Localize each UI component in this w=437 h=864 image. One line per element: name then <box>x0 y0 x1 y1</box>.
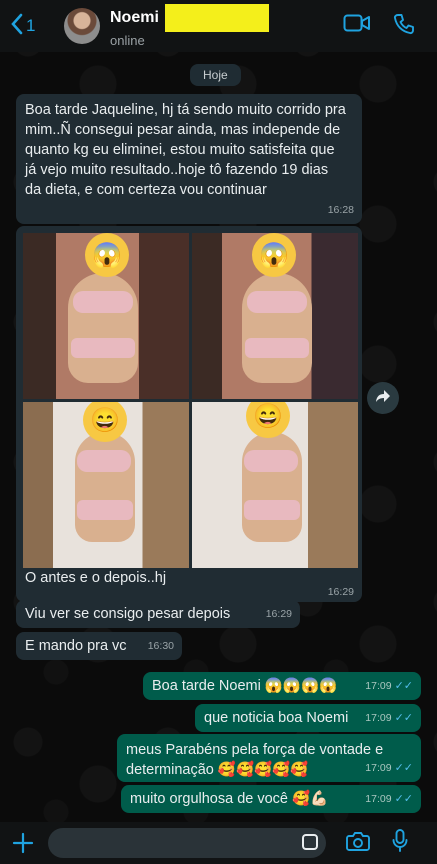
outgoing-message[interactable]: que noticia boa Noemi 17:09 ✓✓ <box>195 704 421 732</box>
phone-icon[interactable] <box>393 13 415 40</box>
contact-info[interactable]: Noemi online <box>110 4 269 48</box>
incoming-message[interactable]: E mando pra vc 16:30 <box>16 632 182 660</box>
outgoing-message[interactable]: meus Parabéns pela força de vontade e de… <box>117 734 421 782</box>
message-time: 17:09 <box>365 680 392 692</box>
avatar[interactable] <box>64 8 100 44</box>
face-cover-emoji: 😱 <box>252 233 296 277</box>
outgoing-message[interactable]: Boa tarde Noemi 😱😱😱😱 17:09 ✓✓ <box>143 672 421 700</box>
video-call-icon[interactable] <box>343 13 371 40</box>
name-redaction <box>164 4 269 32</box>
microphone-icon[interactable] <box>392 828 408 858</box>
message-time: 16:29 <box>265 608 292 620</box>
message-time: 16:29 <box>327 586 354 598</box>
unread-count: 1 <box>26 16 36 35</box>
contact-status: online <box>110 33 145 48</box>
chevron-left-icon <box>10 13 24 40</box>
message-input[interactable] <box>48 828 326 858</box>
outgoing-message[interactable]: muito orgulhosa de você 🥰💪🏻 17:09 ✓✓ <box>121 785 421 813</box>
compose-bar <box>0 822 437 864</box>
message-text: que noticia boa Noemi <box>204 710 349 726</box>
camera-icon[interactable] <box>346 831 370 856</box>
message-text: Boa tarde Jaqueline, hj tá sendo muito c… <box>25 102 346 198</box>
back-button[interactable]: 1 <box>10 6 50 46</box>
face-cover-emoji: 😱 <box>85 233 129 277</box>
date-chip: Hoje <box>190 64 241 86</box>
message-text: E mando pra vc <box>25 638 127 654</box>
read-ticks: ✓✓ <box>394 712 413 724</box>
message-text: muito orgulhosa de você 🥰💪🏻 <box>130 791 329 807</box>
forward-icon <box>375 389 391 408</box>
read-ticks: ✓✓ <box>394 680 413 692</box>
incoming-message[interactable]: Viu ver se consigo pesar depois 16:29 <box>16 600 300 628</box>
message-time: 16:28 <box>327 204 354 216</box>
message-list[interactable]: Hoje Boa tarde Jaqueline, hj tá sendo mu… <box>0 52 437 822</box>
message-time: 17:09 <box>365 793 392 805</box>
message-text: Viu ver se consigo pesar depois <box>25 606 231 622</box>
sticker-icon[interactable] <box>302 834 318 850</box>
contact-name: Noemi <box>110 9 159 26</box>
message-text: meus Parabéns pela força de vontade e de… <box>126 742 384 778</box>
read-ticks: ✓✓ <box>394 762 413 774</box>
chat-header: 1 Noemi online <box>0 0 437 52</box>
image-message[interactable]: 😱 😱 😄 😄 O antes e o depois..hj 16:29 <box>16 226 362 602</box>
forward-button[interactable] <box>367 382 399 414</box>
message-text: Boa tarde Noemi 😱😱😱😱 <box>152 678 338 694</box>
photo-before-front[interactable]: 😱 <box>23 233 189 399</box>
message-time: 17:09 <box>365 712 392 724</box>
photo-before-side[interactable]: 😱 <box>192 233 358 399</box>
photo-after-side[interactable]: 😄 <box>192 402 358 568</box>
photo-after-front[interactable]: 😄 <box>23 402 189 568</box>
read-ticks: ✓✓ <box>394 793 413 805</box>
incoming-message[interactable]: Boa tarde Jaqueline, hj tá sendo muito c… <box>16 94 362 224</box>
message-time: 17:09 <box>365 762 392 774</box>
image-caption: O antes e o depois..hj <box>25 570 167 586</box>
plus-icon[interactable] <box>12 832 34 854</box>
message-time: 16:30 <box>147 640 174 652</box>
